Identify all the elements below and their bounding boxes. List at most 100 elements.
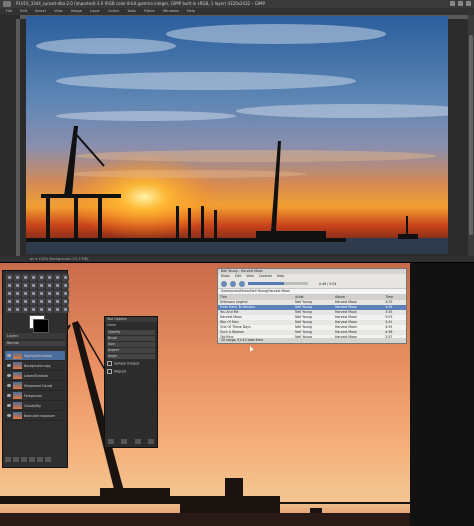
tool-icon[interactable] — [22, 274, 29, 281]
save-options-icon[interactable] — [108, 439, 114, 444]
tool-icon[interactable] — [6, 282, 13, 289]
tool-icon[interactable] — [46, 306, 53, 313]
tool-icon[interactable] — [22, 290, 29, 297]
menu-item[interactable]: Filters — [144, 8, 155, 15]
menu-item[interactable]: Image — [71, 8, 82, 15]
seek-slider[interactable] — [248, 282, 308, 285]
tool-icon[interactable] — [22, 298, 29, 305]
menu-item[interactable]: Colors — [108, 8, 119, 15]
close-icon[interactable] — [466, 1, 471, 6]
tool-icon[interactable] — [6, 290, 13, 297]
tool-icon[interactable] — [62, 306, 69, 313]
player-menu-item[interactable]: Help — [277, 274, 284, 279]
layer-row[interactable]: Sharpened Clouds — [5, 381, 65, 391]
option-field[interactable]: Brush — [107, 336, 155, 341]
image-canvas[interactable] — [26, 16, 448, 254]
option-field[interactable]: Aspect — [107, 348, 155, 353]
foreground-color-swatch[interactable] — [33, 319, 49, 333]
tool-icon[interactable] — [14, 298, 21, 305]
previous-icon[interactable] — [221, 280, 227, 287]
tool-icon[interactable] — [38, 298, 45, 305]
tool-icon[interactable] — [38, 282, 45, 289]
scrollbar-thumb[interactable] — [469, 35, 473, 235]
restore-options-icon[interactable] — [121, 439, 128, 444]
window-titlebar[interactable]: P1010_3344_sunset-dba-2.0 (imported)-3.0… — [0, 0, 474, 8]
anchor-layer-icon[interactable] — [37, 457, 43, 462]
tool-icon[interactable] — [30, 298, 37, 305]
next-icon[interactable] — [239, 280, 245, 287]
tool-icon[interactable] — [54, 298, 61, 305]
player-menu-item[interactable]: View — [246, 274, 254, 279]
layer-row[interactable]: Highlight/Inverted — [5, 351, 65, 361]
delete-options-icon[interactable] — [134, 439, 141, 444]
maximize-icon[interactable] — [458, 1, 463, 6]
tool-icon[interactable] — [30, 274, 37, 281]
menu-item[interactable]: Layer — [90, 8, 100, 15]
raise-layer-icon[interactable] — [13, 457, 19, 462]
menu-item[interactable]: Windows — [163, 8, 179, 15]
visibility-eye-icon[interactable] — [7, 394, 11, 397]
tool-icon[interactable] — [6, 274, 13, 281]
checkbox[interactable] — [107, 361, 112, 366]
checkbox[interactable] — [107, 368, 112, 374]
tool-icon[interactable] — [30, 306, 37, 313]
tool-icon[interactable] — [38, 306, 45, 313]
menu-item[interactable]: Tools — [127, 8, 136, 15]
option-field[interactable]: Angle — [107, 354, 155, 359]
player-menu-item[interactable]: Edit — [235, 274, 241, 279]
option-aligned[interactable]: Aligned — [105, 368, 157, 376]
tool-icon[interactable] — [30, 282, 37, 289]
tool-icon[interactable] — [14, 274, 21, 281]
visibility-eye-icon[interactable] — [7, 404, 11, 407]
menu-item[interactable]: Help — [187, 8, 195, 15]
tool-icon[interactable] — [62, 298, 69, 305]
tool-icon[interactable] — [46, 298, 53, 305]
visibility-eye-icon[interactable] — [7, 414, 11, 417]
minimize-icon[interactable] — [450, 1, 455, 6]
tool-icon[interactable] — [46, 282, 53, 289]
tool-icon[interactable] — [54, 274, 61, 281]
layer-row[interactable]: Clouds/Sky — [5, 401, 65, 411]
player-menu-item[interactable]: Music — [221, 274, 230, 279]
tool-icon[interactable] — [54, 306, 61, 313]
vertical-scrollbar[interactable] — [468, 15, 474, 256]
tool-icon[interactable] — [62, 274, 69, 281]
layer-mode-select[interactable]: Normal — [5, 341, 65, 346]
option-sample-merged[interactable]: Sample merged — [105, 360, 157, 368]
duplicate-layer-icon[interactable] — [29, 457, 35, 462]
menu-item[interactable]: Select — [35, 8, 46, 15]
new-layer-icon[interactable] — [5, 457, 11, 462]
visibility-eye-icon[interactable] — [7, 364, 11, 367]
player-menu-item[interactable]: Controls — [259, 274, 272, 279]
tool-icon[interactable] — [14, 290, 21, 297]
option-field[interactable]: Size — [107, 342, 155, 347]
tool-icon[interactable] — [62, 282, 69, 289]
visibility-eye-icon[interactable] — [7, 384, 11, 387]
tool-icon[interactable] — [54, 290, 61, 297]
tool-icon[interactable] — [6, 306, 13, 313]
menu-item[interactable]: Edit — [20, 8, 27, 15]
tool-icon[interactable] — [22, 306, 29, 313]
reset-options-icon[interactable] — [147, 439, 154, 444]
tool-icon[interactable] — [38, 290, 45, 297]
tool-icon[interactable] — [38, 274, 45, 281]
delete-layer-icon[interactable] — [45, 457, 51, 462]
tool-icon[interactable] — [22, 282, 29, 289]
option-field[interactable]: Opacity — [107, 330, 155, 335]
layer-row[interactable]: Foreground — [5, 391, 65, 401]
tool-icon[interactable] — [14, 306, 21, 313]
menu-item[interactable]: File — [6, 8, 12, 15]
layer-row[interactable]: Lower/Shadows — [5, 371, 65, 381]
tool-icon[interactable] — [46, 274, 53, 281]
play-icon[interactable] — [230, 280, 236, 287]
tool-icon[interactable] — [6, 298, 13, 305]
vertical-ruler[interactable] — [16, 19, 20, 256]
tool-icon[interactable] — [54, 282, 61, 289]
tool-icon[interactable] — [62, 290, 69, 297]
tool-icon[interactable] — [46, 290, 53, 297]
lower-layer-icon[interactable] — [21, 457, 27, 462]
tool-icon[interactable] — [14, 282, 21, 289]
visibility-eye-icon[interactable] — [7, 354, 11, 357]
tool-icon[interactable] — [30, 290, 37, 297]
menu-item[interactable]: View — [54, 8, 63, 15]
